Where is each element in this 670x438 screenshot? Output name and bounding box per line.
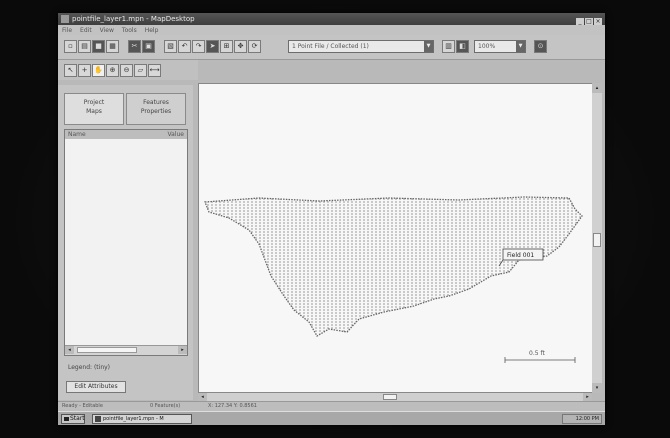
tab-project-label-1: Project: [83, 99, 105, 106]
paste-icon[interactable]: ▧: [164, 40, 177, 53]
point-label-text: Field 001: [507, 252, 534, 259]
app-icon: [61, 15, 69, 23]
map-drawing: Field 001 0.5 ft: [204, 196, 583, 363]
copy-icon[interactable]: ▣: [142, 40, 155, 53]
layer-style-icon[interactable]: ◧: [456, 40, 469, 53]
window-controls: _ □ ×: [575, 15, 602, 26]
refresh-icon[interactable]: ⟳: [248, 40, 261, 53]
open-folder-icon[interactable]: ▤: [78, 40, 91, 53]
app-icon: [95, 416, 101, 422]
tab-project-label-2: Maps: [86, 108, 102, 115]
add-point-icon[interactable]: +: [78, 64, 91, 77]
scroll-down-icon[interactable]: ▾: [592, 383, 602, 393]
save-icon[interactable]: ■: [92, 40, 105, 53]
zoom-extent-icon[interactable]: ⊞: [220, 40, 233, 53]
map-canvas[interactable]: Field 001 0.5 ft: [198, 83, 600, 393]
column-header-value[interactable]: Value: [168, 130, 184, 139]
tab-feature-properties[interactable]: Features Properties: [126, 93, 186, 125]
scroll-right-icon[interactable]: ▸: [583, 393, 592, 401]
legend-label: Legend: (tiny): [68, 364, 111, 371]
list-header: Name Value: [65, 130, 187, 139]
taskbar-app-label: pointfile_layer1.mpn - M: [103, 416, 164, 422]
taskbar-app-button[interactable]: pointfile_layer1.mpn - M: [92, 414, 192, 424]
tab-features-label-2: Properties: [140, 108, 172, 115]
select-tool-icon[interactable]: ↖: [64, 64, 77, 77]
edit-attributes-button[interactable]: Edit Attributes: [66, 381, 126, 393]
menu-bar: File Edit View Tools Help: [58, 25, 605, 35]
scale-bar-label: 0.5 ft: [529, 350, 545, 357]
pan-icon[interactable]: ✥: [234, 40, 247, 53]
window-title: pointfile_layer1.mpn - MapDesktop: [72, 15, 195, 23]
status-mode: Ready - Editable: [62, 403, 103, 409]
layer-select[interactable]: 1 Point File / Collected (1) ▼: [288, 40, 434, 53]
vertical-scroll-thumb[interactable]: [593, 233, 601, 247]
scroll-left-icon[interactable]: ◂: [65, 346, 74, 354]
start-label: Start: [70, 415, 85, 422]
tray-clock: 12:00 PM: [575, 416, 599, 422]
left-panel: Project Maps Features Properties Name Va…: [58, 85, 193, 400]
print-icon[interactable]: ▦: [106, 40, 119, 53]
properties-list[interactable]: Name Value ◂ ▸: [64, 129, 188, 356]
status-feature-count: 0 Feature(s): [150, 403, 181, 409]
list-horizontal-scrollbar[interactable]: ◂ ▸: [65, 345, 187, 355]
tool-palette: ↖ + ✋ ⊕ ⊖ ▱ ⟷: [58, 60, 198, 80]
layer-properties-icon[interactable]: ▥: [442, 40, 455, 53]
tab-project-maps[interactable]: Project Maps: [64, 93, 124, 125]
status-coordinates: X: 127.34 Y: 0.8561: [208, 403, 257, 409]
scroll-thumb[interactable]: [77, 347, 137, 353]
hand-tool-icon[interactable]: ✋: [92, 64, 105, 77]
map-horizontal-scrollbar[interactable]: ◂ ▸: [198, 393, 592, 401]
title-bar[interactable]: pointfile_layer1.mpn - MapDesktop _ □ ×: [58, 13, 605, 26]
layer-select-value: 1 Point File / Collected (1): [292, 43, 369, 50]
main-toolbar: ▫ ▤ ■ ▦ ✂ ▣ ▧ ↶ ↷ ➤ ⊞ ✥ ⟳ 1 Point File /…: [58, 35, 605, 60]
panel-tabs: Project Maps Features Properties: [64, 93, 188, 127]
start-button[interactable]: Start: [61, 414, 85, 424]
zoom-in-icon[interactable]: ⊕: [106, 64, 119, 77]
horizontal-scroll-thumb[interactable]: [383, 394, 397, 400]
redo-icon[interactable]: ↷: [192, 40, 205, 53]
undo-icon[interactable]: ↶: [178, 40, 191, 53]
draw-polygon-icon[interactable]: ▱: [134, 64, 147, 77]
map-vertical-scrollbar[interactable]: ▴ ▾: [592, 83, 602, 393]
zoom-out-icon[interactable]: ⊖: [120, 64, 133, 77]
windows-logo-icon: [64, 417, 69, 421]
tab-features-label-1: Features: [143, 99, 169, 106]
chevron-down-icon[interactable]: ▼: [424, 41, 433, 52]
measure-icon[interactable]: ⟷: [148, 64, 161, 77]
scale-bar: 0.5 ft: [504, 350, 576, 363]
zoom-select[interactable]: 100% ▼: [474, 40, 526, 53]
chevron-down-icon[interactable]: ▼: [516, 41, 525, 52]
column-header-name[interactable]: Name: [68, 130, 86, 139]
field-boundary-polygon[interactable]: [204, 196, 583, 337]
new-file-icon[interactable]: ▫: [64, 40, 77, 53]
taskbar: Start pointfile_layer1.mpn - M 12:00 PM: [58, 411, 605, 425]
monitor-screen: pointfile_layer1.mpn - MapDesktop _ □ × Fi…: [58, 13, 605, 425]
system-tray[interactable]: 12:00 PM: [562, 414, 602, 424]
scroll-right-icon[interactable]: ▸: [178, 346, 187, 354]
binoculars-icon[interactable]: ⊙: [534, 40, 547, 53]
cut-icon[interactable]: ✂: [128, 40, 141, 53]
scroll-up-icon[interactable]: ▴: [592, 83, 602, 93]
scroll-left-icon[interactable]: ◂: [198, 393, 207, 401]
status-bar: Ready - Editable 0 Feature(s) X: 127.34 …: [58, 401, 605, 411]
pointer-icon[interactable]: ➤: [206, 40, 219, 53]
zoom-select-value: 100%: [478, 43, 496, 50]
